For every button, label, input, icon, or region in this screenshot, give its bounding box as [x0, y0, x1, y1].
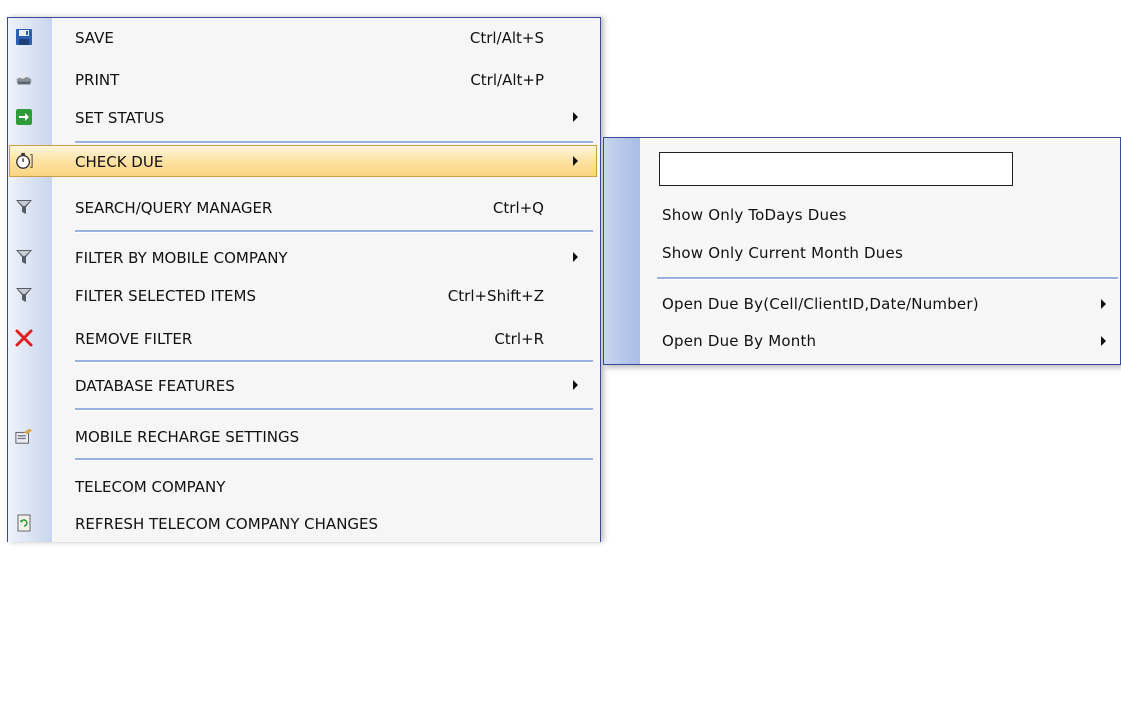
menu-item-shortcut: Ctrl+Shift+Z	[447, 287, 544, 305]
funnel-icon	[15, 198, 33, 216]
print-icon	[15, 70, 33, 88]
refresh-icon	[15, 514, 33, 532]
submenu-item-show-current-month-dues[interactable]: Show Only Current Month Dues	[604, 238, 1120, 268]
menu-item-search-query-manager[interactable]: SEARCH/QUERY MANAGER Ctrl+Q	[8, 192, 600, 222]
menu-item-filter-selected-items[interactable]: FILTER SELECTED ITEMS Ctrl+Shift+Z	[8, 280, 600, 310]
menu-item-label: REMOVE FILTER	[75, 330, 193, 348]
menu-item-mobile-recharge-settings[interactable]: MOBILE RECHARGE SETTINGS	[8, 421, 600, 451]
menu-item-label: FILTER BY MOBILE COMPANY	[75, 249, 288, 267]
menu-reflection: REFRESH TELECOM COMPANY CHANGES TELECOM …	[7, 541, 599, 709]
submenu-item-label: Show Only ToDays Dues	[662, 206, 847, 224]
funnel-icon	[15, 286, 33, 304]
menu-item-refresh-telecom-company-changes[interactable]: REFRESH TELECOM COMPANY CHANGES	[8, 508, 600, 538]
submenu-arrow-icon	[573, 380, 578, 390]
settings-card-icon	[15, 427, 33, 445]
menu-item-label: CHECK DUE	[75, 153, 164, 171]
menu-item-shortcut: Ctrl+Q	[492, 199, 544, 217]
menu-separator	[657, 277, 1118, 280]
submenu-item-open-due-by-cell[interactable]: Open Due By(Cell/ClientID,Date/Number)	[604, 289, 1120, 319]
submenu-item-open-due-by-month[interactable]: Open Due By Month	[604, 326, 1120, 356]
due-search-input[interactable]	[659, 152, 1013, 186]
submenu-arrow-icon	[1101, 336, 1106, 346]
submenu-arrow-icon	[573, 112, 578, 122]
menu-item-save[interactable]: SAVE Ctrl/Alt+S	[8, 22, 600, 52]
menu-item-database-features[interactable]: DATABASE FEATURES	[8, 370, 600, 400]
menu-item-label: SAVE	[75, 29, 114, 47]
check-due-submenu: Show Only ToDays Dues Show Only Current …	[603, 137, 1121, 365]
menu-item-check-due[interactable]: CHECK DUE	[9, 145, 597, 177]
menu-item-filter-by-mobile-company[interactable]: FILTER BY MOBILE COMPANY	[8, 242, 600, 272]
submenu-item-label: Show Only Current Month Dues	[662, 244, 903, 262]
menu-item-remove-filter[interactable]: REMOVE FILTER Ctrl+R	[8, 323, 600, 353]
menu-item-shortcut: Ctrl/Alt+S	[469, 29, 544, 47]
submenu-arrow-icon	[573, 252, 578, 262]
red-x-icon	[15, 329, 33, 347]
menu-item-shortcut: Ctrl+R	[494, 330, 544, 348]
menu-separator	[75, 458, 593, 461]
menu-separator	[75, 230, 593, 233]
menu-item-label: PRINT	[75, 71, 120, 89]
menu-item-label: REFRESH TELECOM COMPANY CHANGES	[75, 515, 379, 533]
context-menu: SAVE Ctrl/Alt+S PRINT Ctrl/Alt+P SET STA…	[7, 17, 601, 542]
menu-item-label: FILTER SELECTED ITEMS	[75, 287, 256, 305]
menu-item-set-status[interactable]: SET STATUS	[8, 102, 600, 132]
funnel-icon	[15, 248, 33, 266]
menu-item-shortcut: Ctrl/Alt+P	[470, 71, 544, 89]
stopwatch-icon	[15, 152, 33, 170]
menu-item-label: DATABASE FEATURES	[75, 377, 235, 395]
green-arrow-icon	[15, 108, 33, 126]
menu-item-telecom-company[interactable]: TELECOM COMPANY	[8, 471, 600, 501]
menu-separator	[75, 408, 593, 411]
submenu-item-label: Open Due By(Cell/ClientID,Date/Number)	[662, 295, 979, 313]
submenu-arrow-icon	[573, 156, 578, 166]
submenu-item-show-todays-dues[interactable]: Show Only ToDays Dues	[604, 200, 1120, 230]
menu-item-label: TELECOM COMPANY	[75, 478, 226, 496]
menu-item-label: SET STATUS	[75, 109, 165, 127]
menu-item-label: SEARCH/QUERY MANAGER	[75, 199, 273, 217]
menu-separator	[75, 141, 593, 144]
save-icon	[15, 28, 33, 46]
submenu-item-label: Open Due By Month	[662, 332, 817, 350]
menu-separator	[75, 360, 593, 363]
menu-item-label: MOBILE RECHARGE SETTINGS	[75, 428, 300, 446]
submenu-arrow-icon	[1101, 299, 1106, 309]
menu-item-print[interactable]: PRINT Ctrl/Alt+P	[8, 64, 600, 94]
